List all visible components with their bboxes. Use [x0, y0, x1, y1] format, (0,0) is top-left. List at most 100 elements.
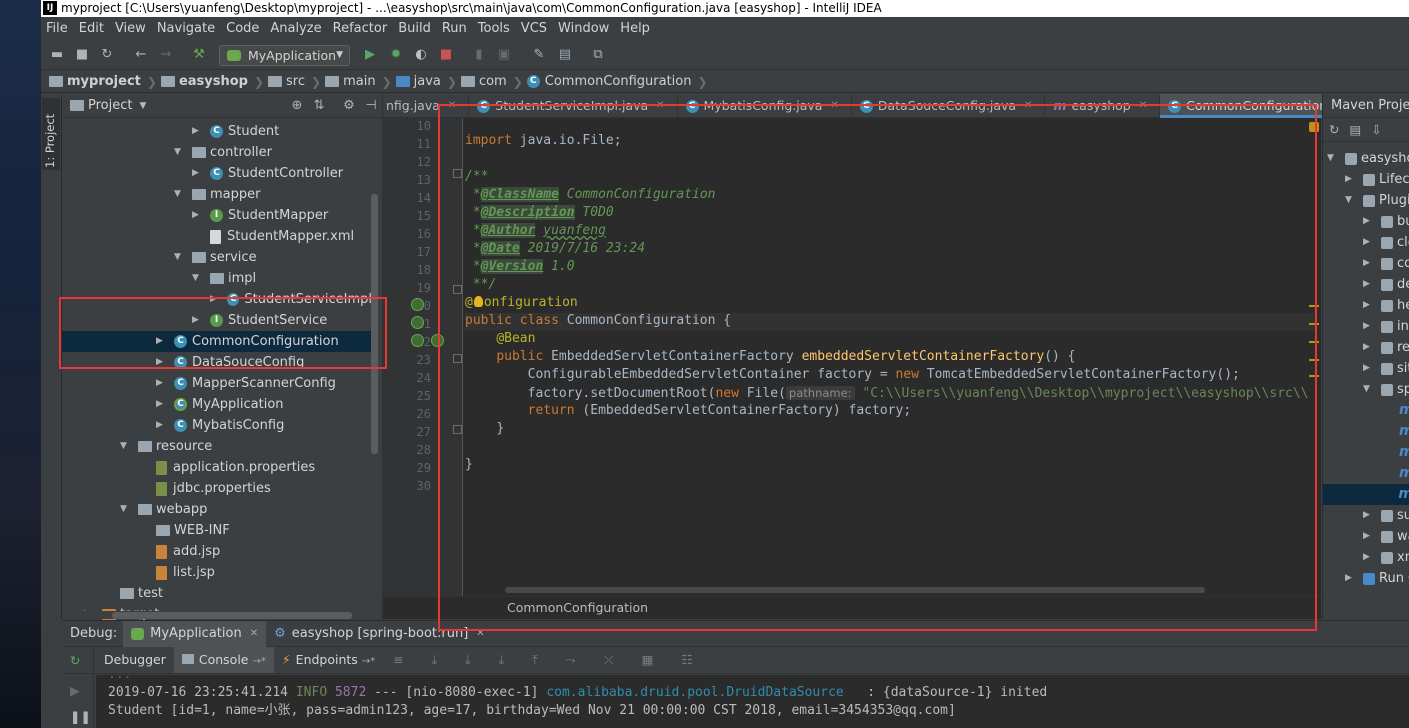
project-vertical-scrollbar[interactable]: [371, 194, 378, 454]
maven-tree-item[interactable]: ▶ compiler: [1363, 253, 1409, 274]
maven-tree-item[interactable]: m: [1323, 484, 1409, 505]
project-tree-item[interactable]: ▶ C StudentServiceImpl: [62, 289, 372, 310]
project-tree-item[interactable]: application.properties: [62, 457, 372, 478]
project-tree-item[interactable]: ▼ impl: [62, 268, 372, 289]
stepping-toolbar[interactable]: ≡ ⤓ ⤓ ⤓ ⤒ ⤳ ⤬ ▦ ☷: [393, 652, 704, 668]
breadcrumb-src[interactable]: src: [268, 74, 305, 89]
line-number[interactable]: 26: [383, 407, 431, 421]
menu-tools[interactable]: Tools: [478, 21, 510, 36]
tab-studentserviceimpl-java[interactable]: C StudentServiceImpl.java ✕: [469, 94, 678, 118]
line-number[interactable]: 13: [383, 173, 431, 187]
close-icon[interactable]: ✕: [656, 94, 664, 118]
chevron-right-icon[interactable]: ▶: [1363, 505, 1381, 526]
reimport-icon[interactable]: ↻: [1329, 122, 1339, 137]
editor-horizontal-scrollbar[interactable]: [505, 587, 1205, 593]
project-tree-item[interactable]: ▶ C Student: [62, 121, 372, 142]
line-number[interactable]: 30: [383, 479, 431, 493]
profiler-icon[interactable]: ▣: [496, 47, 512, 63]
maven-tree-item[interactable]: ▼ Plugins: [1345, 190, 1409, 211]
breadcrumb-myproject[interactable]: myproject: [49, 74, 141, 89]
close-icon[interactable]: ✕: [250, 628, 258, 639]
chevron-down-icon[interactable]: ▼: [120, 499, 138, 520]
line-number[interactable]: 12: [383, 155, 431, 169]
close-icon[interactable]: ✕: [830, 94, 838, 118]
maven-tree-item[interactable]: ▶ deploy: [1363, 274, 1409, 295]
maven-tree-item[interactable]: m: [1381, 442, 1409, 463]
chevron-down-icon[interactable]: ▼: [174, 247, 192, 268]
project-tree-item[interactable]: list.jsp: [62, 562, 372, 583]
menu-code[interactable]: Code: [226, 21, 259, 36]
save-all-icon[interactable]: ■: [74, 47, 90, 63]
chevron-right-icon[interactable]: ▶: [156, 373, 174, 394]
line-number[interactable]: 24: [383, 371, 431, 385]
maven-tree-item[interactable]: ▶ war: [1363, 526, 1409, 547]
console-output[interactable]: ... 2019-07-16 23:25:41.214 INFO 5872 --…: [96, 675, 1409, 728]
chevron-right-icon[interactable]: ▶: [156, 415, 174, 436]
line-number[interactable]: 23: [383, 353, 431, 367]
chevron-down-icon[interactable]: ▼: [1345, 190, 1363, 211]
scroll-from-source-icon[interactable]: ⊕: [286, 98, 308, 113]
project-tree-item[interactable]: ▼ service: [62, 247, 372, 268]
chevron-right-icon[interactable]: ▶: [192, 310, 210, 331]
chevron-down-icon[interactable]: ▼: [1363, 379, 1381, 400]
project-tree-item[interactable]: StudentMapper.xml: [62, 226, 372, 247]
menu-file[interactable]: File: [46, 21, 68, 36]
close-icon[interactable]: ✕: [476, 628, 484, 639]
tab-datasouceconfig-java[interactable]: C DataSouceConfig.java ✕: [852, 94, 1046, 118]
project-tree-item[interactable]: WEB-INF: [62, 520, 372, 541]
warning-stripe-mark[interactable]: [1309, 359, 1319, 361]
spring-bean-gutter-icon[interactable]: [411, 334, 424, 347]
maven-tree-item[interactable]: ▶ xml: [1363, 547, 1409, 568]
generate-sources-icon[interactable]: ▤: [1349, 122, 1361, 137]
spring-bean-gutter-icon[interactable]: [411, 298, 424, 311]
chevron-right-icon[interactable]: ▶: [1363, 274, 1381, 295]
maven-tree-item[interactable]: m: [1381, 421, 1409, 442]
chevron-right-icon[interactable]: ▶: [192, 163, 210, 184]
spring-bean-gutter-icon[interactable]: [411, 316, 424, 329]
debug-tab-easyshop-spring-boot-run[interactable]: ⚙ easyshop [spring-boot:run] ✕: [266, 621, 493, 647]
hide-panel-icon[interactable]: ⊣: [360, 98, 382, 113]
chevron-down-icon[interactable]: ▼: [139, 101, 146, 111]
project-tree-item[interactable]: ▶ I StudentMapper: [62, 205, 372, 226]
chevron-right-icon[interactable]: ▶: [1363, 316, 1381, 337]
maven-tree-item[interactable]: m: [1381, 400, 1409, 421]
forward-icon[interactable]: →: [158, 47, 174, 63]
project-view-label[interactable]: Project: [88, 98, 132, 113]
menu-window[interactable]: Window: [558, 21, 609, 36]
chevron-right-icon[interactable]: ▶: [1363, 232, 1381, 253]
project-tree-item[interactable]: ▶ C MyApplication: [62, 394, 372, 415]
back-icon[interactable]: ←: [133, 47, 149, 63]
chevron-right-icon[interactable]: ▶: [1363, 526, 1381, 547]
chevron-right-icon[interactable]: ▶: [156, 394, 174, 415]
settings-wrench-icon[interactable]: ✎: [531, 47, 547, 63]
chevron-right-icon[interactable]: ▶: [1363, 253, 1381, 274]
project-horizontal-scrollbar[interactable]: [62, 611, 362, 619]
chevron-right-icon[interactable]: ▶: [210, 289, 227, 310]
gear-icon[interactable]: ⚙: [338, 98, 360, 113]
maven-tree-item[interactable]: ▶ surefire: [1363, 505, 1409, 526]
maven-tree-item[interactable]: ▶ clean: [1363, 232, 1409, 253]
run-with-coverage-icon[interactable]: ◐: [413, 47, 429, 63]
project-tree-item[interactable]: ▶ C CommonConfiguration: [62, 331, 372, 352]
menu-analyze[interactable]: Analyze: [270, 21, 321, 36]
breadcrumb-main[interactable]: main: [325, 74, 376, 89]
project-tool-window-tab[interactable]: 1: Project: [42, 98, 60, 170]
breadcrumb-easyshop[interactable]: easyshop: [160, 74, 248, 89]
chevron-down-icon[interactable]: ▼: [1327, 148, 1345, 169]
line-number[interactable]: 16: [383, 227, 431, 241]
build-hammer-icon[interactable]: ⚒: [191, 47, 207, 63]
tab-config-java-partial[interactable]: nfig.java ✕: [383, 94, 470, 118]
line-number[interactable]: 28: [383, 443, 431, 457]
breadcrumb-commonconfiguration[interactable]: C CommonConfiguration: [526, 74, 691, 89]
pause-icon[interactable]: ❚❚: [70, 709, 91, 724]
warning-stripe-mark[interactable]: [1309, 375, 1319, 377]
close-icon[interactable]: ✕: [1024, 94, 1032, 118]
spring-bean-gutter-icon[interactable]: [431, 334, 444, 347]
close-icon[interactable]: ✕: [1139, 94, 1147, 118]
subtab-debugger[interactable]: Debugger: [96, 647, 174, 673]
warning-indicator-icon[interactable]: [1309, 122, 1319, 132]
project-structure-icon[interactable]: ▤: [557, 47, 573, 63]
project-tree-item[interactable]: ▼ resource: [62, 436, 372, 457]
fold-marker-icon[interactable]: [453, 354, 462, 363]
menu-build[interactable]: Build: [398, 21, 431, 36]
